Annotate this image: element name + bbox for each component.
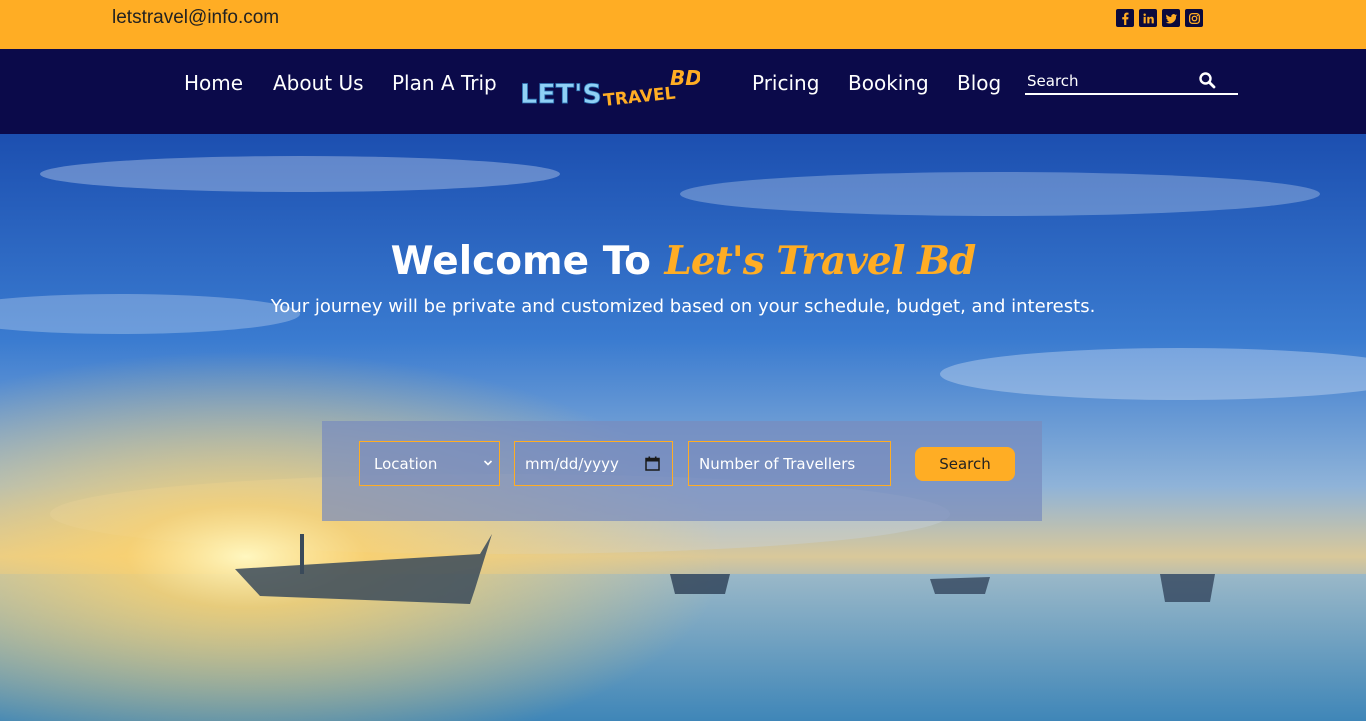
- contact-email[interactable]: letstravel@info.com: [112, 7, 279, 29]
- hero-subtitle: Your journey will be private and customi…: [270, 296, 1096, 317]
- social-links: [1116, 9, 1203, 27]
- booking-search-button[interactable]: Search: [915, 447, 1015, 481]
- chevron-down-icon: [483, 460, 493, 466]
- hero-title-prefix: Welcome To: [390, 239, 651, 284]
- site-logo[interactable]: LET'S TRAVEL BD: [520, 66, 700, 112]
- hero-title-brand: Let's Travel Bd: [664, 238, 977, 284]
- hero-section: Welcome To Let's Travel Bd Your journey …: [0, 134, 1366, 721]
- main-navbar: Home About Us Plan A Trip LET'S TRAVEL B…: [0, 49, 1366, 134]
- date-input-placeholder: mm/dd/yyyy: [525, 454, 619, 473]
- search-input[interactable]: [1027, 71, 1197, 91]
- logo-word-bd: BD: [670, 66, 700, 90]
- travellers-input[interactable]: Number of Travellers: [688, 441, 891, 486]
- date-input[interactable]: mm/dd/yyyy: [514, 441, 673, 486]
- twitter-icon[interactable]: [1162, 9, 1180, 27]
- travellers-input-placeholder: Number of Travellers: [699, 454, 856, 473]
- nav-search: [1025, 69, 1238, 95]
- nav-home[interactable]: Home: [184, 71, 243, 95]
- instagram-icon[interactable]: [1185, 9, 1203, 27]
- nav-blog[interactable]: Blog: [957, 71, 1001, 95]
- nav-plan-a-trip[interactable]: Plan A Trip: [392, 71, 497, 95]
- facebook-icon[interactable]: [1116, 9, 1134, 27]
- logo-word-lets: LET'S: [520, 79, 602, 110]
- search-icon[interactable]: [1198, 71, 1216, 89]
- location-select[interactable]: Location: [359, 441, 500, 486]
- nav-about-us[interactable]: About Us: [273, 71, 364, 95]
- nav-booking[interactable]: Booking: [848, 71, 929, 95]
- logo-word-travel: TRAVEL: [602, 84, 676, 111]
- linkedin-icon[interactable]: [1139, 9, 1157, 27]
- hero-title: Welcome To Let's Travel Bd: [0, 238, 1366, 284]
- top-bar: letstravel@info.com: [0, 0, 1366, 49]
- booking-form: Location mm/dd/yyyy Number of Travellers…: [322, 421, 1042, 521]
- location-select-value: Location: [374, 454, 438, 473]
- nav-pricing[interactable]: Pricing: [752, 71, 819, 95]
- calendar-icon[interactable]: [645, 456, 660, 471]
